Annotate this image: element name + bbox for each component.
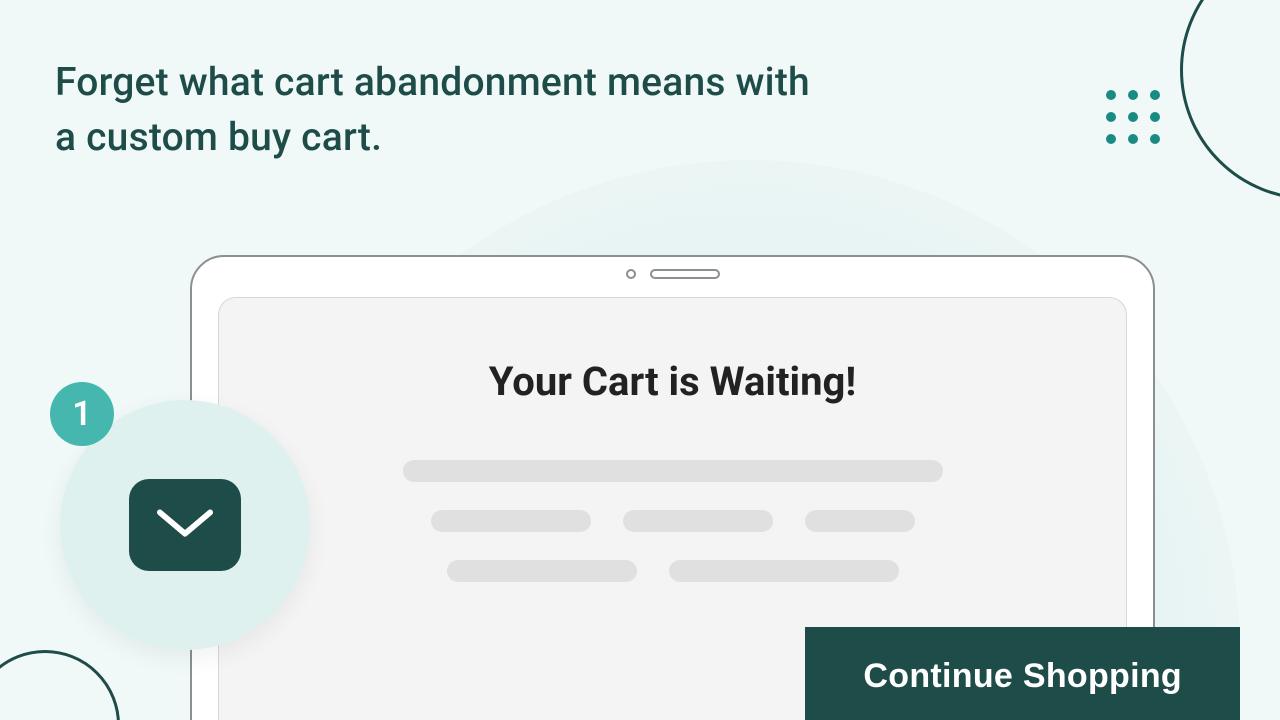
notification-count-badge: 1	[50, 382, 114, 446]
tablet-speaker-icon	[650, 269, 720, 279]
skeleton-line	[805, 510, 915, 532]
decorative-arc-top-right	[1180, 0, 1280, 200]
skeleton-line	[623, 510, 773, 532]
continue-shopping-button[interactable]: Continue Shopping	[805, 627, 1240, 720]
mail-icon	[129, 479, 241, 571]
decorative-arc-bottom-left	[0, 650, 120, 720]
cart-title: Your Cart is Waiting!	[219, 358, 1126, 405]
skeleton-line	[447, 560, 637, 582]
skeleton-line	[431, 510, 591, 532]
decorative-dot-grid	[1106, 90, 1160, 144]
skeleton-placeholder-group	[219, 460, 1126, 582]
tablet-camera-icon	[626, 269, 636, 279]
mail-notification-cluster: 1	[60, 400, 310, 650]
headline-text: Forget what cart abandonment means with …	[55, 55, 835, 164]
tablet-top-hardware	[626, 269, 720, 279]
skeleton-line	[403, 460, 943, 482]
skeleton-line	[669, 560, 899, 582]
